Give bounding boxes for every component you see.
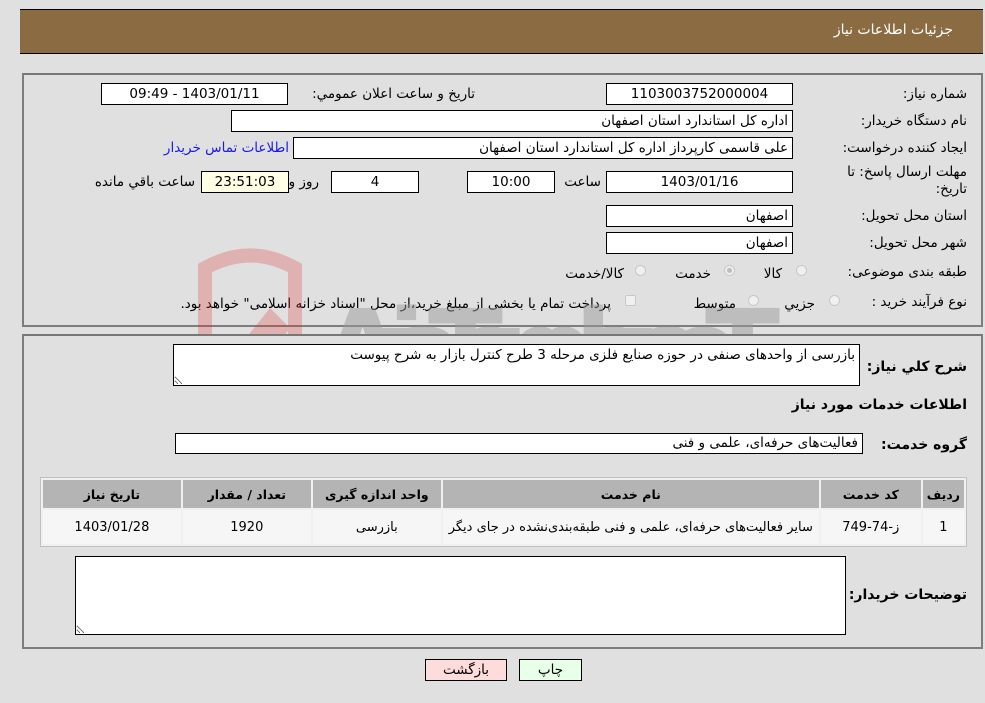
description-textarea[interactable]: بازرسی از واحدهای صنفی در حوزه صنایع فلز… xyxy=(173,344,860,386)
buyer-notes-textarea[interactable] xyxy=(75,556,846,635)
deadline-time-label: ساعت xyxy=(564,174,601,190)
delivery-province-label: استان محل تحویل: xyxy=(861,208,967,224)
need-number-field[interactable]: 1103003752000004 xyxy=(606,83,793,105)
delivery-city-field[interactable]: اصفهان xyxy=(606,232,793,254)
col-service-name: نام خدمت xyxy=(442,480,819,508)
col-need-date: تاریخ نیاز xyxy=(43,480,181,508)
page-title: جزئیات اطلاعات نیاز xyxy=(833,22,953,38)
cell-service-code: ز-74-749 xyxy=(820,510,921,544)
remaining-days-label: روز و xyxy=(288,174,319,190)
category-service-radio[interactable] xyxy=(724,265,735,276)
cell-quantity: 1920 xyxy=(182,510,311,544)
buyer-notes-label: توضیحات خریدار: xyxy=(848,587,967,603)
cell-service-name: سایر فعالیت‌های حرفه‌ای، علمی و فنی طبقه… xyxy=(442,510,819,544)
process-minor-label: جزيي xyxy=(784,296,815,312)
remaining-time-field: 23:51:03 xyxy=(201,171,289,193)
process-medium-label: متوسط xyxy=(693,296,736,312)
col-quantity: تعداد / مقدار xyxy=(182,480,311,508)
col-row-number: ردیف xyxy=(922,480,964,508)
category-label: طبقه بندی موضوعی: xyxy=(847,264,967,280)
table-row: 1 ز-74-749 سایر فعالیت‌های حرفه‌ای، علمی… xyxy=(43,510,964,544)
deadline-label: مهلت ارسال پاسخ: تا تاریخ: xyxy=(847,164,967,197)
treasury-note: پرداخت تمام یا بخشی از مبلغ خرید،از محل … xyxy=(180,296,611,312)
buyer-org-label: نام دستگاه خريدار: xyxy=(860,113,967,129)
remaining-days-field[interactable]: 4 xyxy=(331,171,419,193)
delivery-province-field[interactable]: اصفهان xyxy=(606,205,793,227)
announce-datetime-label: تاریخ و ساعت اعلان عمومي: xyxy=(312,86,475,102)
deadline-date-field[interactable]: 1403/01/16 xyxy=(606,171,793,193)
need-number-label: شماره نیاز: xyxy=(902,86,967,102)
back-button[interactable]: بازگشت xyxy=(425,659,507,681)
process-minor-radio[interactable] xyxy=(829,295,840,306)
buyer-contact-link[interactable]: اطلاعات تماس خریدار xyxy=(164,140,289,156)
category-goods-radio[interactable] xyxy=(796,265,807,276)
services-heading: اطلاعات خدمات مورد نیاز xyxy=(791,397,967,413)
category-goods-service-radio[interactable] xyxy=(635,265,646,276)
col-unit: واحد اندازه گیری xyxy=(312,480,441,508)
requester-label: ایجاد کننده درخواست: xyxy=(842,140,967,156)
category-service-label: خدمت xyxy=(675,266,711,282)
treasury-checkbox[interactable] xyxy=(625,295,636,306)
requester-field[interactable]: علی قاسمی کارپرداز اداره کل استاندارد اس… xyxy=(293,137,793,159)
category-goods-label: کالا xyxy=(763,266,782,282)
services-table: ردیف کد خدمت نام خدمت واحد اندازه گیری ت… xyxy=(40,477,967,547)
delivery-city-label: شهر محل تحویل: xyxy=(869,235,967,251)
category-goods-service-label: کالا/خدمت xyxy=(565,266,624,282)
cell-need-date: 1403/01/28 xyxy=(43,510,181,544)
announce-datetime-field[interactable]: 1403/01/11 - 09:49 xyxy=(101,83,288,105)
table-header-row: ردیف کد خدمت نام خدمت واحد اندازه گیری ت… xyxy=(43,480,964,508)
description-label: شرح کلي نياز: xyxy=(866,359,967,375)
col-service-code: کد خدمت xyxy=(820,480,921,508)
deadline-time-field[interactable]: 10:00 xyxy=(467,171,555,193)
cell-row-number: 1 xyxy=(922,510,964,544)
buyer-org-field[interactable]: اداره کل استاندارد استان اصفهان xyxy=(231,110,793,132)
purchase-process-label: نوع فرآیند خرید : xyxy=(871,294,967,310)
service-group-field[interactable]: فعالیت‌های حرفه‌ای، علمی و فنی xyxy=(175,433,863,454)
service-group-label: گروه خدمت: xyxy=(881,437,967,453)
remaining-time-label: ساعت باقي مانده xyxy=(94,174,195,190)
print-button[interactable]: چاپ xyxy=(519,659,582,681)
page-header: جزئیات اطلاعات نیاز xyxy=(20,9,983,54)
cell-unit: بازرسی xyxy=(312,510,441,544)
process-medium-radio[interactable] xyxy=(748,295,759,306)
